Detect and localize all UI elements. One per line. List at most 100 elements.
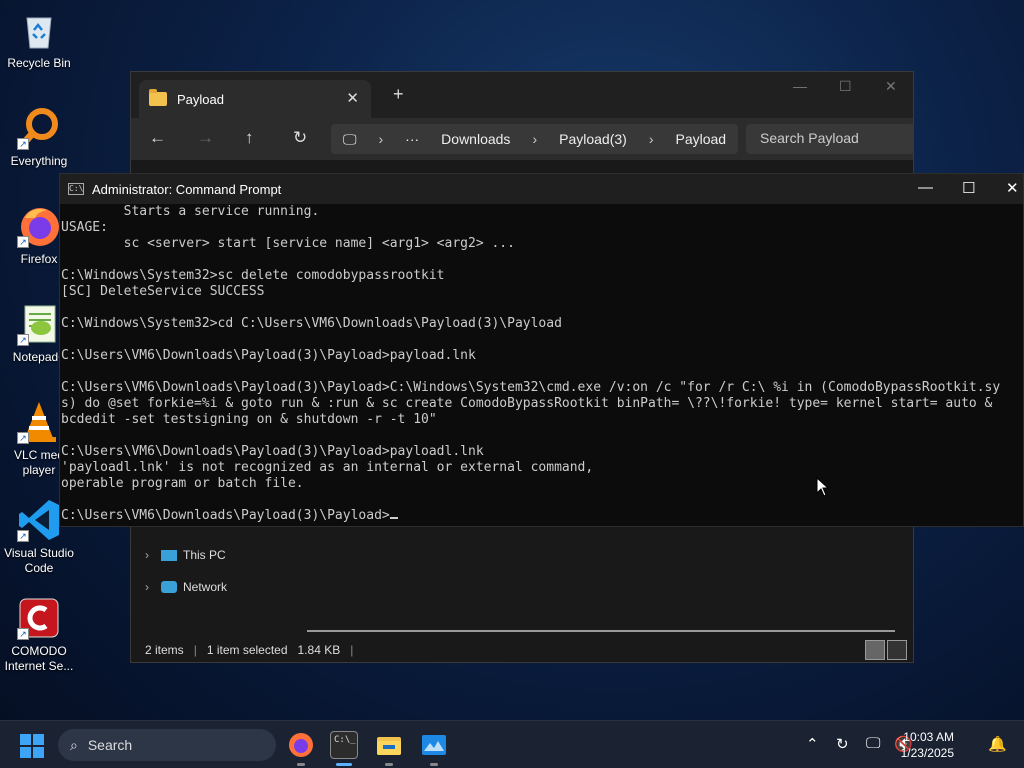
- running-indicator: [385, 763, 393, 766]
- active-indicator: [336, 763, 352, 766]
- minimize-icon[interactable]: —: [793, 78, 807, 94]
- horizontal-scrollbar[interactable]: [307, 630, 895, 632]
- chevron-right-icon[interactable]: ›: [145, 548, 149, 562]
- status-item-count: 2 items: [145, 643, 184, 657]
- this-pc-icon: [161, 549, 177, 561]
- desktop-icon-everything[interactable]: ↗ Everything: [0, 106, 78, 169]
- shortcut-arrow-icon: ↗: [17, 138, 29, 150]
- search-input[interactable]: Search Payload: [746, 124, 914, 154]
- details-view-icon[interactable]: [865, 640, 885, 660]
- nav-item-label: This PC: [183, 548, 226, 562]
- taskbar-search[interactable]: ⌕ Search: [58, 729, 276, 761]
- back-arrow-icon[interactable]: ←: [149, 128, 166, 148]
- console-line: C:\Users\VM6\Downloads\Payload(3)\Payloa…: [61, 444, 484, 459]
- chevron-up-icon[interactable]: ⌃: [806, 735, 819, 753]
- cmd-app-icon: C:\: [68, 183, 84, 195]
- desktop-icon-label: Visual Studio Code: [4, 546, 74, 575]
- running-indicator: [430, 763, 438, 766]
- notepad-plus-plus-icon: ↗: [17, 302, 61, 346]
- taskbar-file-explorer-icon[interactable]: [375, 731, 403, 759]
- comodo-tray-icon[interactable]: ↻: [836, 735, 849, 753]
- forward-arrow-icon[interactable]: →: [197, 128, 214, 148]
- cmd-window-title: Administrator: Command Prompt: [92, 181, 282, 197]
- nav-item-label: Network: [183, 580, 228, 594]
- vscode-icon: ↗: [17, 498, 61, 542]
- minimize-icon[interactable]: —: [918, 179, 933, 196]
- cmd-console-output[interactable]: Starts a service running. USAGE: sc <serv…: [60, 204, 1023, 524]
- taskbar-search-label: Search: [87, 737, 133, 753]
- shortcut-arrow-icon: ↗: [17, 236, 29, 248]
- address-bar[interactable]: 🖵 › ··· Downloads › Payload(3) › Payload: [331, 124, 738, 154]
- taskbar-firefox-icon[interactable]: [287, 731, 315, 759]
- vlc-cone-icon: ↗: [17, 400, 61, 444]
- search-icon: ⌕: [70, 736, 78, 753]
- console-line: C:\Windows\System32>sc delete comodobypa…: [61, 268, 445, 283]
- refresh-icon[interactable]: ↻: [293, 128, 307, 148]
- network-tray-icon[interactable]: 🖵: [866, 735, 880, 752]
- start-windows-icon[interactable]: [20, 734, 44, 758]
- console-line: Starts a service running.: [61, 204, 320, 219]
- console-line: [SC] DeleteService SUCCESS: [61, 284, 265, 299]
- status-bar: 2 items | 1 item selected 1.84 KB |: [145, 643, 354, 657]
- shortcut-arrow-icon: ↗: [17, 530, 29, 542]
- everything-icon: ↗: [17, 106, 61, 150]
- chevron-right-icon: ›: [378, 131, 384, 147]
- firefox-icon: ↗: [17, 204, 61, 248]
- console-line: operable program or batch file.: [61, 476, 304, 491]
- explorer-nav-bar: ← → ↑ ↻ 🖵 › ··· Downloads › Payload(3) ›…: [131, 118, 914, 160]
- tiles-view-icon[interactable]: [887, 640, 907, 660]
- console-line: C:\Users\VM6\Downloads\Payload(3)\Payloa…: [61, 508, 1023, 524]
- new-tab-icon[interactable]: +: [393, 84, 404, 105]
- folder-icon: [149, 89, 167, 106]
- breadcrumb-downloads[interactable]: Downloads: [441, 131, 510, 147]
- text-cursor: [389, 517, 398, 519]
- clock-time: 10:03 AM: [903, 730, 954, 744]
- console-line: 'payloadl.lnk' is not recognized as an i…: [61, 460, 594, 475]
- chevron-right-icon[interactable]: ›: [145, 580, 149, 594]
- explorer-tab[interactable]: Payload ✕: [139, 80, 371, 118]
- status-selected: 1 item selected: [206, 643, 288, 657]
- more-icon[interactable]: ···: [405, 131, 419, 147]
- system-clock[interactable]: 10:03 AM 1/23/2025: [901, 729, 954, 761]
- tab-title: Payload: [177, 91, 224, 107]
- cmd-title-bar[interactable]: C:\ Administrator: Command Prompt — ☐ ✕: [60, 174, 1023, 204]
- taskbar-cmd-icon[interactable]: C:\_: [330, 731, 358, 759]
- taskbar-app-icon[interactable]: [420, 731, 448, 759]
- maximize-icon[interactable]: ☐: [839, 78, 852, 95]
- desktop-icon-comodo[interactable]: ↗ COMODO Internet Se...: [0, 596, 78, 674]
- status-size: 1.84 KB: [297, 643, 341, 657]
- up-arrow-icon[interactable]: ↑: [245, 128, 254, 148]
- desktop-icon-label: Everything: [10, 154, 68, 168]
- console-line: C:\Users\VM6\Downloads\Payload(3)\Payloa…: [61, 380, 1001, 395]
- console-line: bcdedit -set testsigning on & shutdown -…: [61, 412, 437, 427]
- command-prompt-window[interactable]: C:\ Administrator: Command Prompt — ☐ ✕ …: [59, 173, 1024, 527]
- nav-item-this-pc[interactable]: › This PC: [145, 548, 226, 562]
- notification-bell-icon[interactable]: 🔔: [988, 735, 1007, 753]
- breadcrumb-payload3[interactable]: Payload(3): [559, 131, 627, 147]
- explorer-tab-bar: Payload ✕ + — ☐ ✕: [131, 72, 913, 118]
- console-line: s) do @set forkie=%i & goto run & :run &…: [61, 396, 993, 411]
- close-icon[interactable]: ✕: [1006, 179, 1019, 197]
- clock-date: 1/23/2025: [900, 746, 954, 760]
- shortcut-arrow-icon: ↗: [17, 334, 29, 346]
- tab-close-icon[interactable]: ✕: [346, 89, 359, 107]
- shortcut-arrow-icon: ↗: [17, 628, 29, 640]
- maximize-icon[interactable]: ☐: [962, 179, 975, 197]
- desktop-icon-label: COMODO Internet Se...: [4, 644, 74, 673]
- monitor-icon: 🖵: [343, 130, 357, 147]
- chevron-right-icon: ›: [648, 131, 654, 147]
- desktop-icon-label: Recycle Bin: [7, 56, 71, 70]
- console-line: USAGE:: [61, 220, 108, 235]
- nav-item-network[interactable]: › Network: [145, 580, 227, 594]
- desktop-icon-recycle-bin[interactable]: Recycle Bin: [0, 8, 78, 71]
- close-icon[interactable]: ✕: [885, 78, 897, 95]
- breadcrumb-payload[interactable]: Payload: [675, 131, 726, 147]
- shortcut-arrow-icon: ↗: [17, 432, 29, 444]
- console-line: sc <server> start [service name] <arg1> …: [61, 236, 515, 251]
- network-icon: [161, 581, 177, 593]
